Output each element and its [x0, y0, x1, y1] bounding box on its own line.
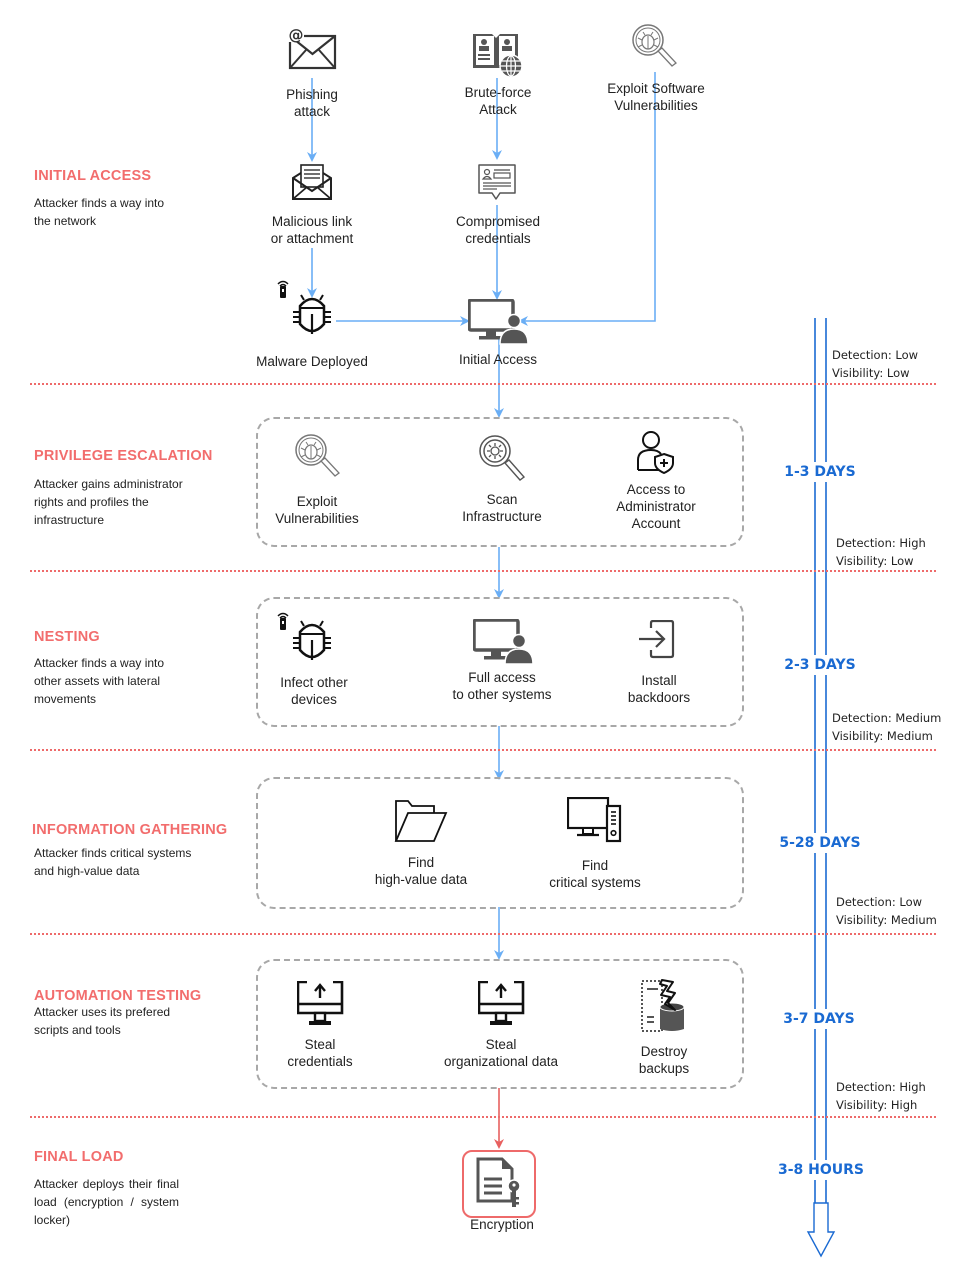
description-line: the network — [34, 214, 97, 228]
node-steal-organizational-data: Steal organizational data — [443, 1037, 559, 1069]
phase-title-privilege-escalation: PRIVILEGE ESCALATION — [34, 448, 213, 464]
phase-description-final-load: Attacker deploys their final load (encry… — [34, 1177, 179, 1227]
id-card-bubble-icon — [478, 164, 516, 200]
user-shield-icon — [637, 431, 674, 474]
virus-magnifier-icon — [479, 435, 526, 481]
phase-title-information-gathering: INFORMATION GATHERING — [32, 822, 228, 838]
document-key-icon — [476, 1157, 521, 1207]
open-envelope-letter-icon — [292, 164, 332, 200]
bug-remote-icon — [277, 280, 331, 334]
phase-description-information-gathering: Attacker finds critical systems and high… — [34, 844, 191, 880]
visibility-level: Low — [886, 366, 910, 380]
detection-visibility-information-gathering: Detection: Low Visibility: Medium — [836, 895, 937, 927]
duration-privilege-escalation: 1-3 DAYS — [784, 462, 856, 482]
node-exploit-vulnerabilities: Exploit Vulnerabilities — [275, 494, 359, 526]
computer-user-icon — [473, 619, 533, 665]
description-line: Attacker finds a way into — [34, 196, 165, 210]
description-line: Attacker gains administrator — [34, 477, 183, 491]
duration-final-load: 3-8 HOURS — [777, 1160, 865, 1180]
node-full-access-to-other-systems: Full access to other systems — [452, 670, 552, 702]
description-line: Attacker finds critical systems — [34, 846, 192, 860]
detection-visibility-privilege-escalation: Detection: High Visibility: Low — [836, 536, 926, 568]
visibility-level: Medium — [890, 913, 937, 927]
svg-text:@: @ — [289, 28, 304, 44]
node-compromised-credentials: Compromised credentials — [455, 214, 541, 246]
phase-separator — [30, 933, 936, 935]
phase-description-initial-access: Attacker finds a way into the network — [34, 194, 164, 230]
detection-visibility-automation-testing: Detection: High Visibility: High — [836, 1080, 926, 1112]
phase-title-nesting: NESTING — [34, 629, 100, 645]
node-phishing-attack: Phishing attack — [286, 87, 338, 119]
phase-separator — [30, 1116, 936, 1118]
node-infect-other-devices: Infect other devices — [280, 675, 348, 707]
node-encryption: Encryption — [470, 1217, 534, 1232]
duration-information-gathering: 5-28 DAYS — [779, 833, 861, 853]
node-scan-infrastructure: Scan Infrastructure — [462, 492, 542, 524]
sign-in-icon — [639, 620, 675, 659]
node-find-high-value-data: Find high-value data — [374, 855, 468, 887]
computer-user-icon — [468, 299, 528, 345]
phase-separator — [30, 749, 936, 751]
duration-nesting: 2-3 DAYS — [784, 655, 856, 675]
phase-title-final-load: FINAL LOAD — [34, 1149, 124, 1165]
description-line: and high-value data — [34, 864, 140, 878]
desktop-tower-icon — [567, 797, 622, 843]
bug-magnifier-icon — [295, 434, 340, 477]
detection-level: Low — [895, 348, 919, 362]
visibility-level: Medium — [886, 729, 933, 743]
description-line: Attacker finds a way into — [34, 656, 165, 670]
bug-remote-icon — [277, 612, 331, 660]
timeline-arrowhead — [806, 1202, 836, 1258]
node-exploit-software-vulnerabilities: Exploit Software Vulnerabilities — [607, 81, 705, 113]
bug-magnifier-icon — [632, 24, 677, 67]
node-destroy-backups: Destroy backups — [638, 1044, 690, 1076]
node-malware-deployed: Malware Deployed — [256, 354, 368, 369]
description-line: scripts and tools — [34, 1023, 121, 1037]
description-line: other assets with lateral — [34, 674, 161, 688]
detection-level: High — [899, 536, 926, 550]
description-line: Attacker uses its prefered — [34, 1005, 171, 1019]
address-book-globe-icon — [473, 34, 523, 78]
phase-separator — [30, 570, 936, 572]
description-line: movements — [34, 692, 97, 706]
phase-title-automation-testing: AUTOMATION TESTING — [34, 988, 202, 1004]
node-malicious-link-or-attachment: Malicious link or attachment — [270, 214, 354, 246]
duration-automation-testing: 3-7 DAYS — [783, 1009, 855, 1029]
phase-description-privilege-escalation: Attacker gains administrator rights and … — [34, 475, 183, 529]
phase-title-initial-access: INITIAL ACCESS — [34, 168, 152, 184]
detection-visibility-nesting: Detection: Medium Visibility: Medium — [832, 711, 942, 743]
information-gathering-group — [256, 777, 744, 909]
node-initial-access: Initial Access — [458, 352, 538, 367]
detection-level: Medium — [895, 711, 942, 725]
visibility-level: Low — [890, 554, 914, 568]
description-line: infrastructure — [34, 513, 105, 527]
phase-description-automation-testing: Attacker uses its prefered scripts and t… — [34, 1003, 170, 1039]
node-access-to-administrator-account: Access to Administrator Account — [616, 482, 696, 531]
node-find-critical-systems: Find critical systems — [549, 858, 641, 890]
phase-separator — [30, 383, 936, 385]
monitor-upload-icon — [478, 981, 525, 1025]
phase-description-nesting: Attacker finds a way into other assets w… — [34, 654, 164, 708]
visibility-level: High — [890, 1098, 918, 1112]
node-install-backdoors: Install backdoors — [627, 673, 691, 705]
monitor-upload-icon — [297, 981, 344, 1025]
folder-open-icon — [394, 800, 448, 842]
database-lightning-icon — [641, 979, 685, 1032]
description-line: rights and profiles the — [34, 495, 149, 509]
email-at-icon: @ — [288, 28, 337, 70]
detection-level: High — [899, 1080, 926, 1094]
detection-visibility-initial-access: Detection: Low Visibility: Low — [832, 348, 919, 380]
node-brute-force-attack: Brute-force Attack — [464, 85, 532, 117]
node-steal-credentials: Steal credentials — [287, 1037, 353, 1069]
detection-level: Low — [899, 895, 923, 909]
